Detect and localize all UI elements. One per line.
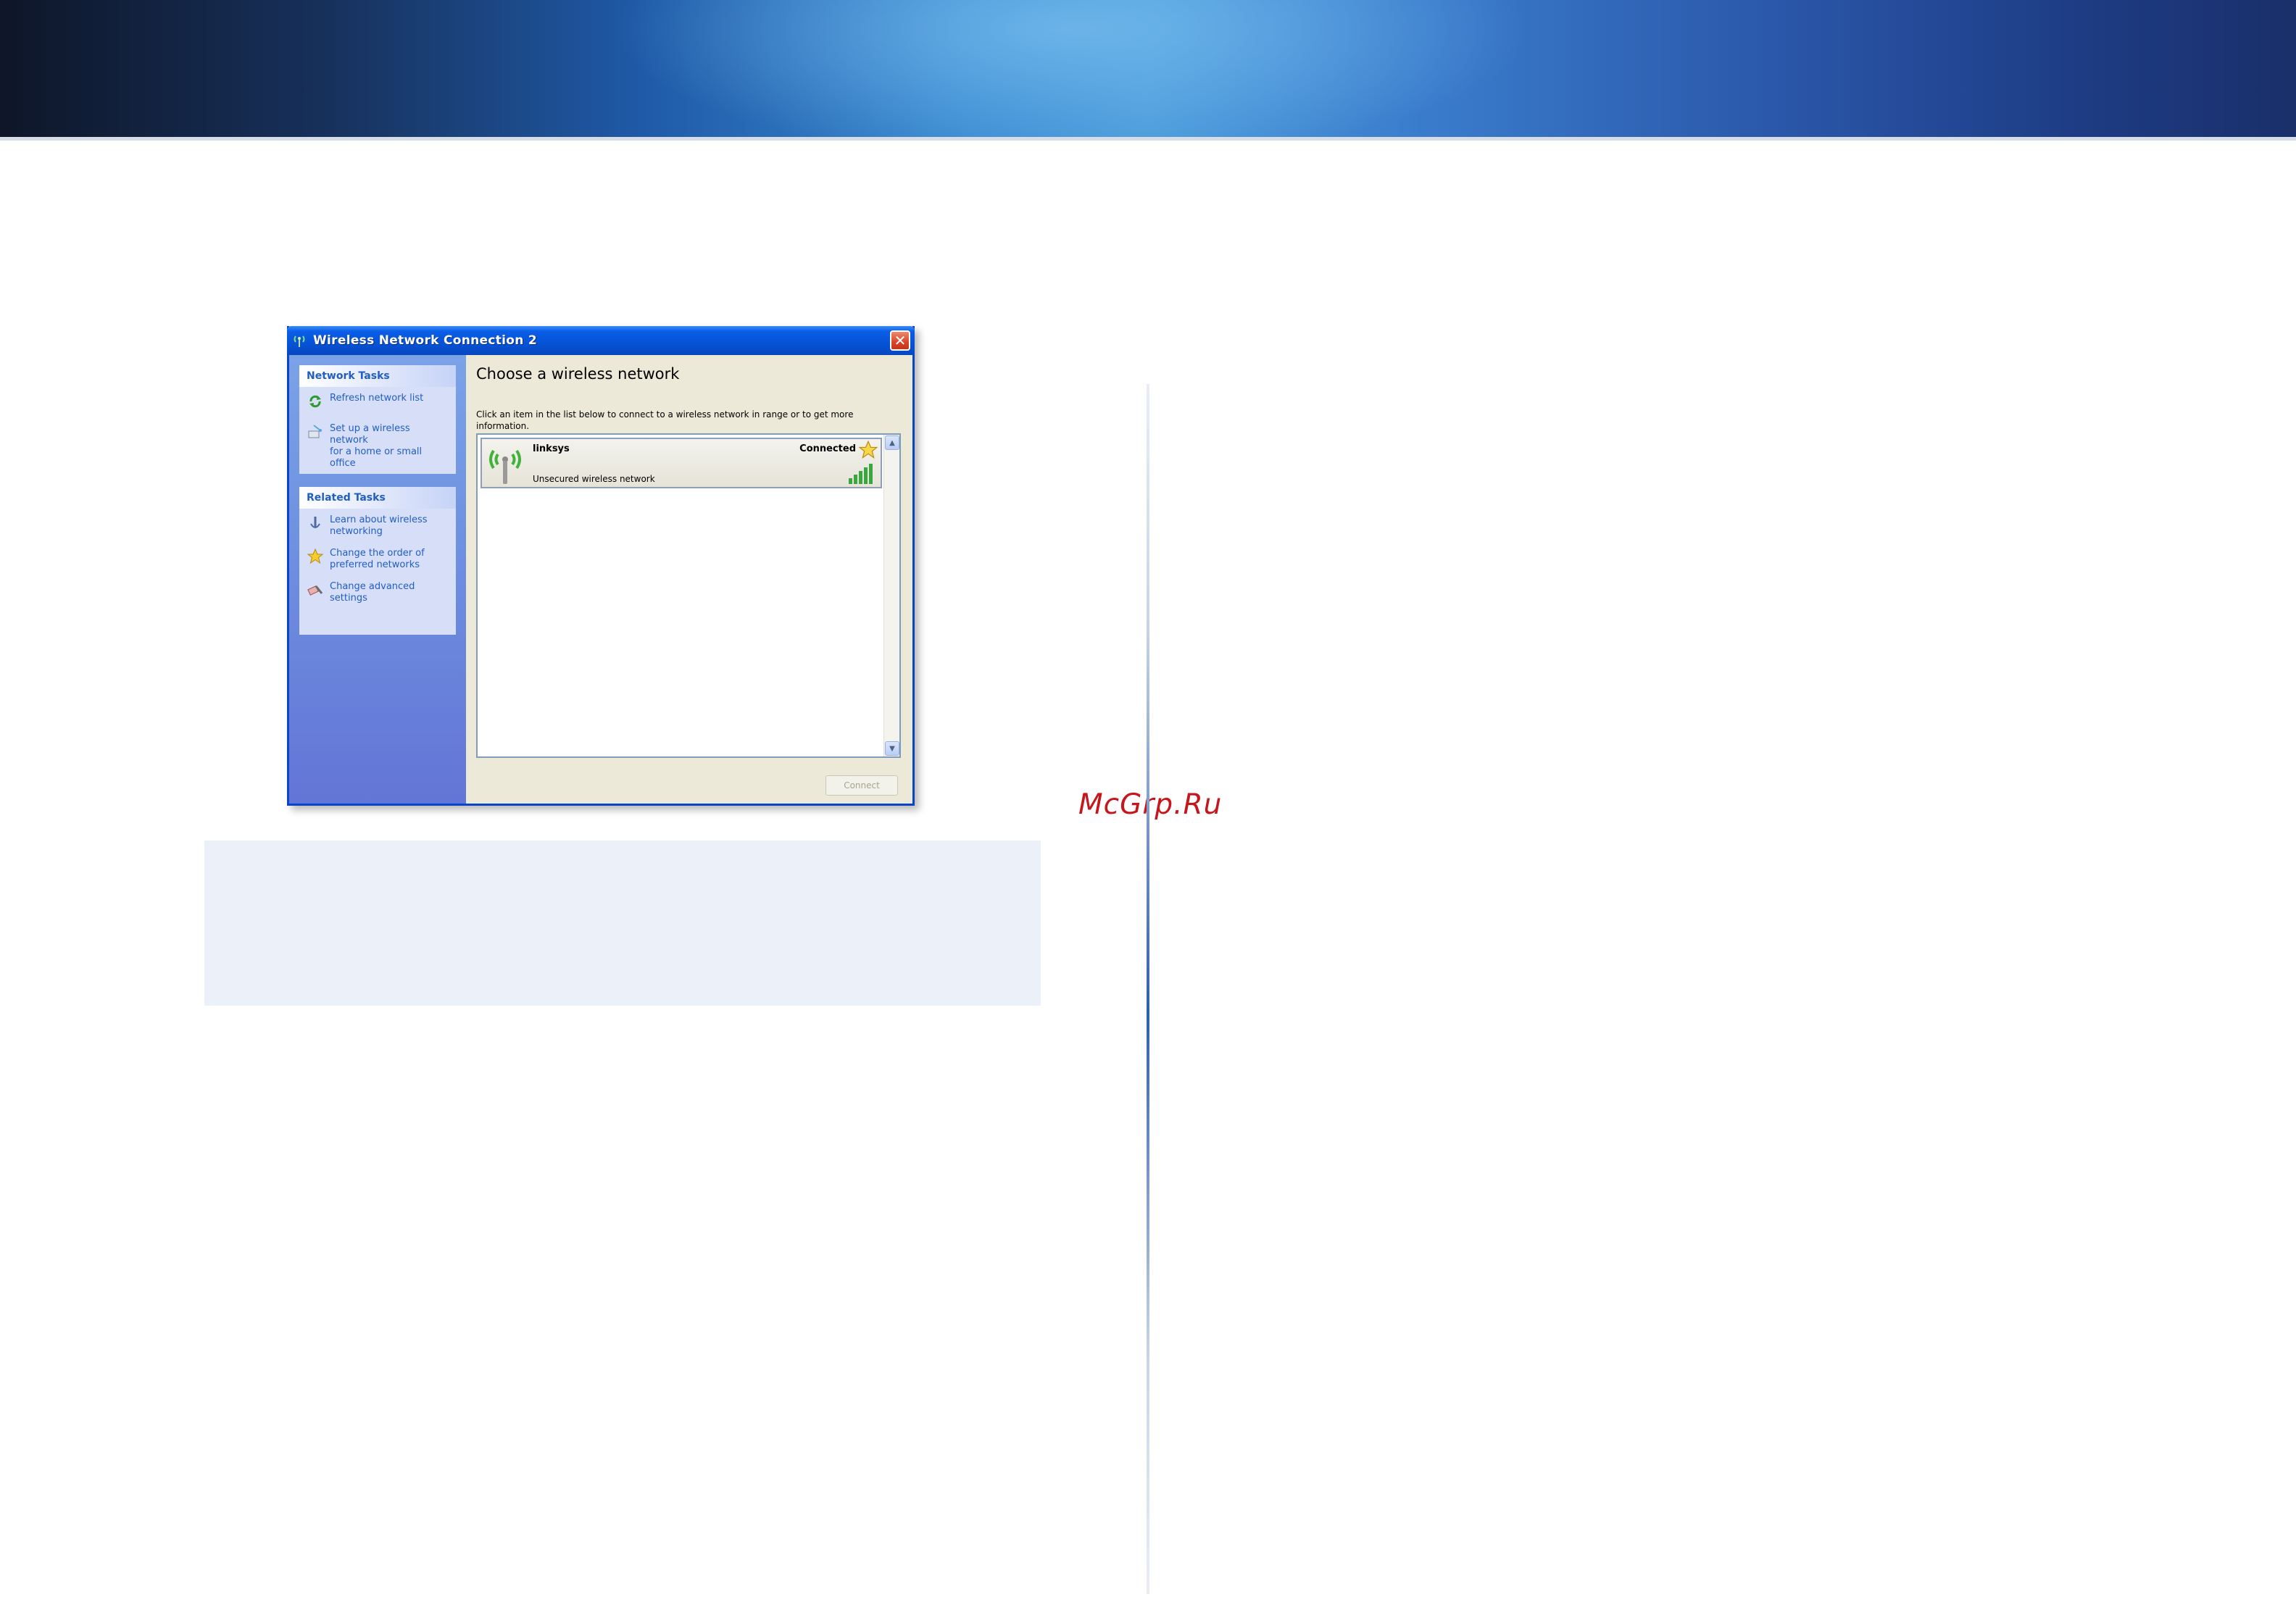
close-button[interactable]: ✕ <box>890 330 910 351</box>
connection-status: Connected <box>799 443 856 454</box>
info-icon <box>307 514 324 532</box>
signal-bar <box>849 478 852 484</box>
signal-bar <box>864 467 868 484</box>
list-scrollbar[interactable]: ▲ ▼ <box>883 435 899 756</box>
close-icon: ✕ <box>894 332 907 349</box>
signal-bar <box>854 475 857 484</box>
task-learn-wireless[interactable]: Learn about wireless networking <box>299 509 456 541</box>
task-setup-wireless-network[interactable]: Set up a wireless network for a home or … <box>299 413 456 472</box>
wireless-antenna-icon <box>489 449 521 484</box>
chevron-down-icon: ▼ <box>889 744 895 753</box>
network-security: Unsecured wireless network <box>533 474 655 484</box>
page-title: Choose a wireless network <box>476 365 680 383</box>
signal-bar <box>859 471 862 484</box>
related-tasks-panel: Related Tasks Learn about wireless netwo… <box>299 487 456 635</box>
connect-button[interactable]: Connect <box>825 775 898 796</box>
task-label: Set up a wireless network for a home or … <box>330 423 423 469</box>
setup-network-icon <box>307 423 324 441</box>
task-label: Change advanced settings <box>330 581 415 604</box>
related-tasks-header[interactable]: Related Tasks <box>299 487 456 509</box>
scroll-down-button[interactable]: ▼ <box>885 741 899 756</box>
task-refresh-network-list[interactable]: Refresh network list <box>299 387 456 413</box>
task-change-advanced-settings[interactable]: Change advanced settings <box>299 574 456 607</box>
settings-icon <box>307 581 324 598</box>
scroll-up-button[interactable]: ▲ <box>885 435 899 450</box>
star-icon <box>307 548 324 565</box>
column-divider <box>1147 384 1149 1594</box>
top-banner <box>0 0 2296 141</box>
dialog-title: Wireless Network Connection 2 <box>313 333 538 348</box>
task-label: Learn about wireless networking <box>330 514 428 537</box>
note-box <box>204 841 1041 1006</box>
network-tasks-panel: Network Tasks Refresh network list Set u… <box>299 365 456 474</box>
wireless-connection-icon <box>291 333 307 349</box>
dialog-titlebar[interactable]: Wireless Network Connection 2 ✕ <box>287 326 915 355</box>
task-change-order[interactable]: Change the order of preferred networks <box>299 541 456 574</box>
network-tasks-header[interactable]: Network Tasks <box>299 365 456 387</box>
task-sidebar: Network Tasks Refresh network list Set u… <box>289 355 466 804</box>
instructions-text: Click an item in the list below to conne… <box>476 409 854 431</box>
chevron-up-icon: ▲ <box>889 438 895 447</box>
main-content: Choose a wireless network Click an item … <box>466 355 912 804</box>
network-item-linksys[interactable]: linksys Unsecured wireless network Conne… <box>481 438 882 488</box>
task-label: Refresh network list <box>330 393 424 404</box>
signal-bar <box>869 464 873 484</box>
refresh-icon <box>307 393 324 410</box>
watermark: McGrp.Ru <box>1078 788 1223 821</box>
wireless-network-dialog: Wireless Network Connection 2 ✕ Network … <box>287 326 915 806</box>
signal-strength-icon <box>849 464 873 484</box>
task-label: Change the order of preferred networks <box>330 548 425 570</box>
preferred-star-icon <box>859 441 878 459</box>
network-list[interactable]: linksys Unsecured wireless network Conne… <box>476 433 901 758</box>
network-name: linksys <box>533 443 570 454</box>
